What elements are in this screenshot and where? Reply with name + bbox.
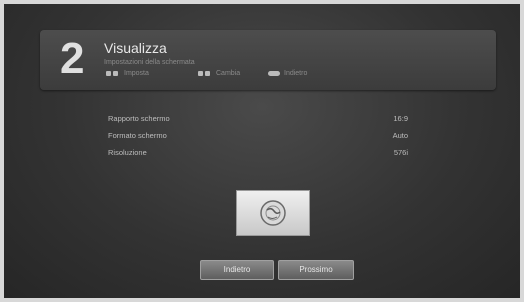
setting-value[interactable]: 576i — [394, 148, 408, 157]
arrow-keys-icon — [198, 71, 212, 76]
back-button[interactable]: Indietro — [200, 260, 274, 280]
arrow-keys-icon — [106, 71, 120, 76]
setting-screen-format[interactable]: Formato schermo Auto — [108, 127, 408, 144]
tv-screen: 2 Visualizza Impostazioni della schermat… — [4, 4, 520, 298]
step-description: Impostazioni della schermata — [104, 59, 195, 66]
setting-value[interactable]: Auto — [393, 131, 408, 140]
globe-icon — [260, 200, 286, 226]
setting-resolution[interactable]: Risoluzione 576i — [108, 144, 408, 161]
setting-label: Rapporto schermo — [108, 114, 170, 123]
setting-label: Formato schermo — [108, 131, 167, 140]
hint-change-label: Cambia — [216, 70, 241, 77]
settings-list: Rapporto schermo 16:9 Formato schermo Au… — [108, 110, 408, 161]
step-number: 2 — [60, 34, 85, 83]
setting-aspect-ratio[interactable]: Rapporto schermo 16:9 — [108, 110, 408, 127]
step-title: Visualizza — [104, 40, 167, 56]
hint-set: Imposta — [106, 70, 149, 77]
hint-set-label: Imposta — [124, 70, 149, 77]
step-header: 2 Visualizza Impostazioni della schermat… — [40, 30, 496, 90]
setting-label: Risoluzione — [108, 148, 147, 157]
hint-change: Cambia — [198, 70, 240, 77]
hint-back: Indietro — [268, 70, 307, 77]
next-button[interactable]: Prossimo — [278, 260, 354, 280]
back-key-icon — [268, 71, 280, 76]
setting-value[interactable]: 16:9 — [393, 114, 408, 123]
hint-back-label: Indietro — [284, 70, 308, 77]
screen-preview — [236, 190, 310, 236]
